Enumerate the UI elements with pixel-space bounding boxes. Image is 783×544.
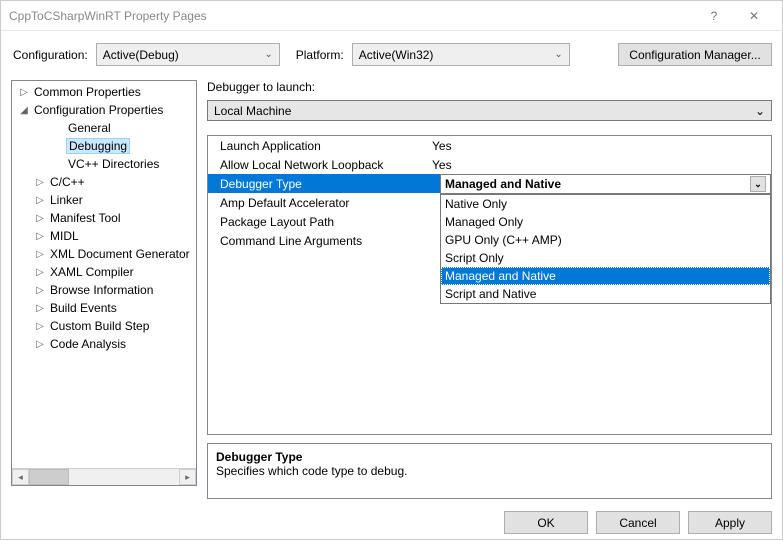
dropdown-option-selected[interactable]: Managed and Native bbox=[441, 267, 770, 285]
property-help-panel: Debugger Type Specifies which code type … bbox=[207, 443, 772, 499]
tree-item[interactable]: ▷XML Document Generator bbox=[12, 245, 196, 263]
tree-item-label: Custom Build Step bbox=[48, 319, 151, 333]
chevron-down-icon: ⌄ bbox=[264, 49, 272, 60]
grid-prop-name: Amp Default Accelerator bbox=[208, 196, 428, 210]
dropdown-option[interactable]: Script and Native bbox=[441, 285, 770, 303]
tree-item-label: Code Analysis bbox=[48, 337, 128, 351]
ok-button[interactable]: OK bbox=[504, 511, 588, 534]
chevron-down-icon: ⌄ bbox=[554, 49, 562, 60]
tree-item-label: VC++ Directories bbox=[66, 157, 161, 171]
tree-item-label: Manifest Tool bbox=[48, 211, 122, 225]
tree-item[interactable]: ▷MIDL bbox=[12, 227, 196, 245]
tree-collapsed-icon[interactable]: ▷ bbox=[32, 213, 48, 224]
nav-tree[interactable]: ▷Common Properties◢Configuration Propert… bbox=[11, 80, 197, 486]
close-button[interactable]: ✕ bbox=[734, 9, 774, 23]
grid-prop-name: Command Line Arguments bbox=[208, 234, 428, 248]
debugger-launch-combo[interactable]: Local Machine ⌄ bbox=[207, 100, 772, 121]
property-grid[interactable]: Launch ApplicationYesAllow Local Network… bbox=[207, 135, 772, 435]
config-toolbar: Configuration: Active(Debug) ⌄ Platform:… bbox=[1, 31, 782, 80]
tree-item-label: Common Properties bbox=[32, 85, 143, 99]
dialog-button-row: OK Cancel Apply bbox=[1, 499, 782, 544]
scroll-right-button[interactable]: ▸ bbox=[179, 469, 196, 485]
titlebar: CppToCSharpWinRT Property Pages ? ✕ bbox=[1, 1, 782, 31]
platform-value: Active(Win32) bbox=[359, 48, 434, 62]
configuration-combo[interactable]: Active(Debug) ⌄ bbox=[96, 43, 280, 66]
grid-prop-value[interactable]: Yes bbox=[428, 139, 771, 153]
debugger-launch-value: Local Machine bbox=[214, 104, 291, 118]
chevron-down-icon[interactable]: ⌄ bbox=[750, 176, 766, 192]
tree-item[interactable]: ▷Code Analysis bbox=[12, 335, 196, 353]
tree-item[interactable]: ▷Manifest Tool bbox=[12, 209, 196, 227]
tree-item-label: XAML Compiler bbox=[48, 265, 136, 279]
window-title: CppToCSharpWinRT Property Pages bbox=[9, 9, 694, 23]
tree-item-selected[interactable]: Debugging bbox=[12, 137, 196, 155]
help-desc: Specifies which code type to debug. bbox=[216, 464, 763, 478]
tree-collapsed-icon[interactable]: ▷ bbox=[16, 87, 32, 98]
grid-prop-name: Launch Application bbox=[208, 139, 428, 153]
platform-label: Platform: bbox=[296, 48, 344, 62]
configuration-label: Configuration: bbox=[13, 48, 88, 62]
scroll-track[interactable] bbox=[69, 469, 179, 485]
dropdown-option[interactable]: GPU Only (C++ AMP) bbox=[441, 231, 770, 249]
tree-item-label: Linker bbox=[48, 193, 85, 207]
tree-item[interactable]: ▷Build Events bbox=[12, 299, 196, 317]
tree-collapsed-icon[interactable]: ▷ bbox=[32, 195, 48, 206]
grid-row[interactable]: Launch ApplicationYes bbox=[208, 136, 771, 155]
tree-collapsed-icon[interactable]: ▷ bbox=[32, 339, 48, 350]
dropdown-option[interactable]: Native Only bbox=[441, 195, 770, 213]
tree-item-label: XML Document Generator bbox=[48, 247, 192, 261]
tree-item[interactable]: General bbox=[12, 119, 196, 137]
grid-prop-name: Debugger Type bbox=[208, 177, 428, 191]
grid-row[interactable]: Allow Local Network LoopbackYes bbox=[208, 155, 771, 174]
tree-collapsed-icon[interactable]: ▷ bbox=[32, 231, 48, 242]
debugger-type-dropdown[interactable]: Native OnlyManaged OnlyGPU Only (C++ AMP… bbox=[440, 194, 771, 304]
tree-item-label: Build Events bbox=[48, 301, 119, 315]
tree-collapsed-icon[interactable]: ▷ bbox=[32, 285, 48, 296]
help-button[interactable]: ? bbox=[694, 9, 734, 23]
tree-item[interactable]: VC++ Directories bbox=[12, 155, 196, 173]
tree-expanded-icon[interactable]: ◢ bbox=[16, 105, 32, 116]
tree-h-scrollbar[interactable]: ◂ ▸ bbox=[12, 468, 196, 485]
tree-item[interactable]: ◢Configuration Properties bbox=[12, 101, 196, 119]
tree-collapsed-icon[interactable]: ▷ bbox=[32, 177, 48, 188]
debugger-type-selected: Managed and Native bbox=[445, 177, 561, 191]
tree-item-label: MIDL bbox=[48, 229, 81, 243]
tree-item[interactable]: ▷Linker bbox=[12, 191, 196, 209]
chevron-down-icon: ⌄ bbox=[755, 104, 765, 118]
configuration-manager-button[interactable]: Configuration Manager... bbox=[618, 43, 772, 66]
scroll-thumb[interactable] bbox=[29, 469, 69, 485]
scroll-left-button[interactable]: ◂ bbox=[12, 469, 29, 485]
tree-item-label: General bbox=[66, 121, 113, 135]
tree-item[interactable]: ▷Custom Build Step bbox=[12, 317, 196, 335]
tree-item[interactable]: ▷C/C++ bbox=[12, 173, 196, 191]
dropdown-option[interactable]: Script Only bbox=[441, 249, 770, 267]
tree-item[interactable]: ▷Common Properties bbox=[12, 83, 196, 101]
tree-item-label: Browse Information bbox=[48, 283, 155, 297]
grid-prop-value[interactable]: Yes bbox=[428, 158, 771, 172]
configuration-value: Active(Debug) bbox=[103, 48, 179, 62]
tree-item[interactable]: ▷XAML Compiler bbox=[12, 263, 196, 281]
tree-item-label: C/C++ bbox=[48, 175, 87, 189]
cancel-button[interactable]: Cancel bbox=[596, 511, 680, 534]
tree-item-label: Debugging bbox=[66, 138, 130, 154]
grid-prop-name: Allow Local Network Loopback bbox=[208, 158, 428, 172]
help-name: Debugger Type bbox=[216, 450, 763, 464]
tree-collapsed-icon[interactable]: ▷ bbox=[32, 249, 48, 260]
apply-button[interactable]: Apply bbox=[688, 511, 772, 534]
debugger-launch-label: Debugger to launch: bbox=[207, 80, 772, 94]
tree-collapsed-icon[interactable]: ▷ bbox=[32, 321, 48, 332]
debugger-type-value-combo[interactable]: Managed and Native ⌄ bbox=[440, 174, 771, 194]
tree-collapsed-icon[interactable]: ▷ bbox=[32, 267, 48, 278]
dropdown-option[interactable]: Managed Only bbox=[441, 213, 770, 231]
platform-combo[interactable]: Active(Win32) ⌄ bbox=[352, 43, 570, 66]
grid-prop-name: Package Layout Path bbox=[208, 215, 428, 229]
tree-item[interactable]: ▷Browse Information bbox=[12, 281, 196, 299]
tree-collapsed-icon[interactable]: ▷ bbox=[32, 303, 48, 314]
tree-item-label: Configuration Properties bbox=[32, 103, 165, 117]
